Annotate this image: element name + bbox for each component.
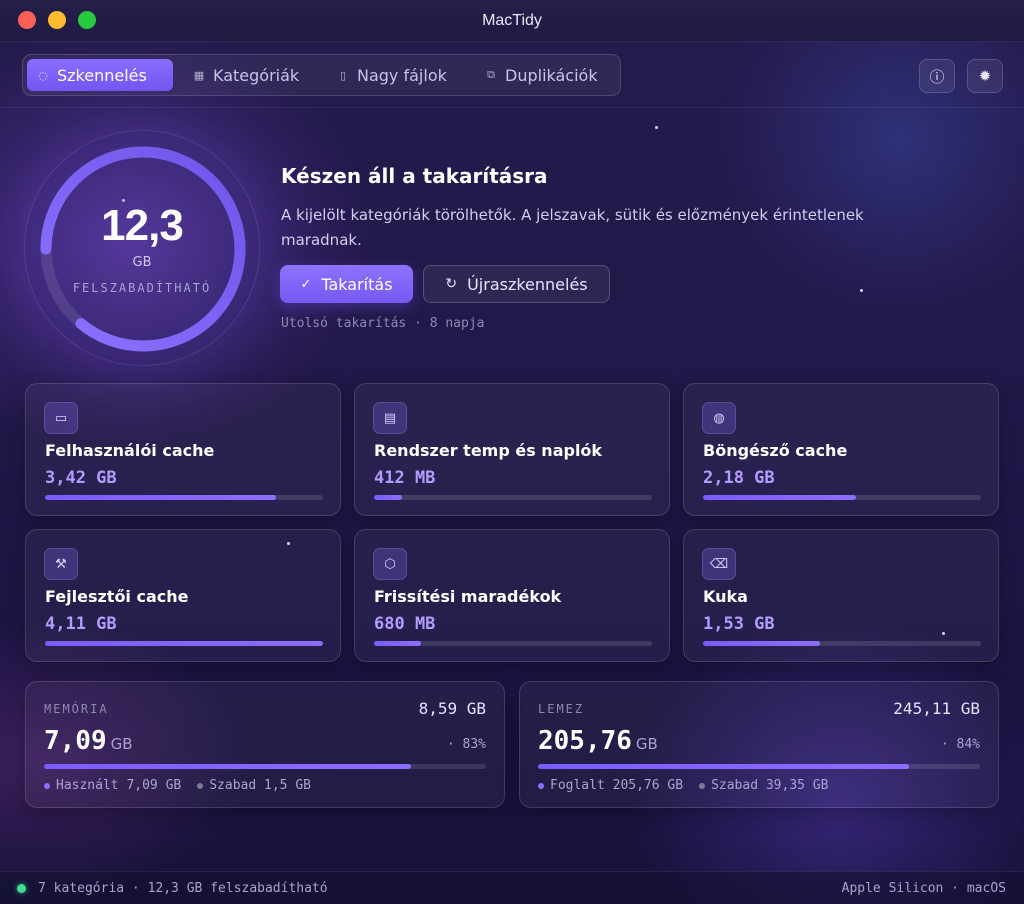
file-icon: ▯ <box>339 68 347 82</box>
disk-label: LEMEZ <box>538 702 585 716</box>
disk-total: 245,11 GB <box>893 699 980 718</box>
category-size: 680 MB <box>374 614 436 634</box>
category-size: 1,53 GB <box>703 614 775 634</box>
gauge-label: FELSZABADÍTHATÓ <box>72 281 212 295</box>
star-decoration <box>655 126 658 129</box>
tab-large-files[interactable]: ▯ Nagy fájlok <box>327 59 467 91</box>
category-name: Frissítési maradékok <box>374 587 562 606</box>
category-card-developer-cache[interactable]: ⚒ Fejlesztői cache 4,11 GB <box>25 529 341 662</box>
category-size: 2,18 GB <box>703 468 775 488</box>
memory-stat-card: MEMÓRIA 8,59 GB 7,09 GB · 83% Használt 7,… <box>25 681 505 808</box>
clean-button-label: Takarítás <box>321 274 393 294</box>
copy-icon: ⧉ <box>487 68 495 81</box>
rescan-button[interactable]: ↻ Újraszkennelés <box>423 265 610 303</box>
info-button[interactable]: ⓘ <box>919 59 955 93</box>
category-size: 4,11 GB <box>45 614 117 634</box>
status-platform: Apple Silicon · macOS <box>841 881 1006 896</box>
last-clean-text: Utolsó takarítás · 8 napja <box>281 316 485 331</box>
category-progress <box>374 495 652 500</box>
spinner-icon: ◌ <box>38 68 48 82</box>
status-summary: 7 kategória · 12,3 GB felszabadítható <box>38 881 328 896</box>
tab-label: Nagy fájlok <box>357 65 447 85</box>
trash-icon: ⌫ <box>702 548 736 580</box>
disk-progress <box>538 764 980 769</box>
globe-icon: ◍ <box>702 402 736 434</box>
wrench-icon: ⚒ <box>44 548 78 580</box>
memory-total: 8,59 GB <box>418 699 486 718</box>
category-progress <box>703 641 981 646</box>
disk-percent: · 84% <box>940 737 980 752</box>
category-size: 412 MB <box>374 468 436 488</box>
gauge-unit: GB <box>132 255 152 270</box>
memory-value: 7,09 GB <box>44 726 133 756</box>
hero-description: A kijelölt kategóriák törölhetők. A jels… <box>281 206 864 249</box>
category-name: Böngésző cache <box>703 441 848 460</box>
gear-icon: ✹ <box>978 67 992 85</box>
savings-gauge: 12,3 GB FELSZABADÍTHATÓ <box>24 130 260 366</box>
category-name: Fejlesztői cache <box>45 587 189 606</box>
memory-progress <box>44 764 486 769</box>
tab-categories[interactable]: ▦ Kategóriák <box>183 59 311 91</box>
tab-label: Kategóriák <box>213 65 300 85</box>
tab-scan[interactable]: ◌ Szkennelés <box>27 59 173 91</box>
memory-legend: Használt 7,09 GB Szabad 1,5 GB <box>44 778 311 793</box>
memory-label: MEMÓRIA <box>44 702 109 716</box>
category-name: Felhasználói cache <box>45 441 215 460</box>
category-progress <box>374 641 652 646</box>
rescan-button-label: Újraszkennelés <box>467 274 588 294</box>
settings-button[interactable]: ✹ <box>967 59 1003 93</box>
category-name: Rendszer temp és naplók <box>374 441 603 460</box>
star-decoration <box>860 289 863 292</box>
status-bar: 7 kategória · 12,3 GB felszabadítható Ap… <box>0 871 1024 904</box>
category-progress <box>703 495 981 500</box>
window-title: MacTidy <box>482 12 542 29</box>
check-icon: ✓ <box>300 276 312 292</box>
category-name: Kuka <box>703 587 748 606</box>
tab-bar: ◌ Szkennelés ▦ Kategóriák ▯ Nagy fájlok … <box>22 54 621 96</box>
category-progress <box>45 495 323 500</box>
memory-percent: · 83% <box>446 737 486 752</box>
tab-duplicates[interactable]: ⧉ Duplikációk <box>475 59 615 91</box>
gauge-value: 12,3 <box>101 201 184 250</box>
grid-icon: ▦ <box>193 68 205 82</box>
category-size: 3,42 GB <box>45 468 117 488</box>
category-card-update-leftovers[interactable]: ⬡ Frissítési maradékok 680 MB <box>354 529 670 662</box>
refresh-icon: ↻ <box>445 276 458 292</box>
category-card-browser-cache[interactable]: ◍ Böngésző cache 2,18 GB <box>683 383 999 516</box>
drive-icon: ▭ <box>44 402 78 434</box>
status-indicator-icon <box>17 884 26 893</box>
clean-button[interactable]: ✓ Takarítás <box>280 265 413 303</box>
disk-legend: Foglalt 205,76 GB Szabad 39,35 GB <box>538 778 828 793</box>
tab-label: Szkennelés <box>57 65 147 85</box>
category-card-trash[interactable]: ⌫ Kuka 1,53 GB <box>683 529 999 662</box>
package-icon: ⬡ <box>373 548 407 580</box>
hero-title: Készen áll a takarításra <box>281 164 548 188</box>
tab-label: Duplikációk <box>505 65 598 85</box>
category-card-user-cache[interactable]: ▭ Felhasználói cache 3,42 GB <box>25 383 341 516</box>
title-bar: MacTidy <box>0 0 1024 42</box>
disk-value: 205,76 GB <box>538 726 658 756</box>
document-icon: ▤ <box>373 402 407 434</box>
disk-stat-card: LEMEZ 245,11 GB 205,76 GB · 84% Foglalt 2… <box>519 681 999 808</box>
toolbar: ◌ Szkennelés ▦ Kategóriák ▯ Nagy fájlok … <box>0 42 1024 108</box>
info-icon: ⓘ <box>929 67 945 86</box>
category-progress <box>45 641 323 646</box>
category-card-system-temp[interactable]: ▤ Rendszer temp és naplók 412 MB <box>354 383 670 516</box>
